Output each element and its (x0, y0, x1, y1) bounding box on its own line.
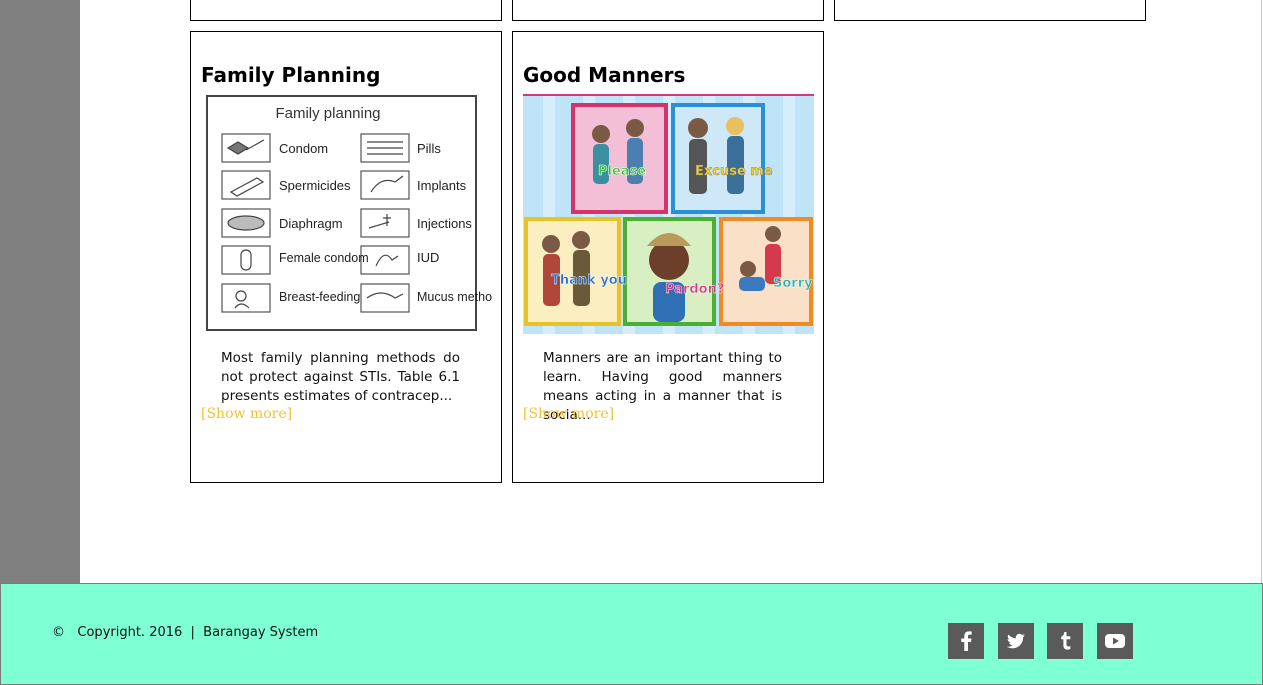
youtube-icon[interactable] (1097, 623, 1133, 659)
card-title: Good Manners (523, 63, 686, 87)
card-stub (512, 0, 824, 21)
card-description: Most family planning methods do not prot… (221, 350, 460, 404)
fp-item: Mucus method (417, 290, 492, 304)
family-planning-image: Family planning Condom Pills Spermicides… (201, 94, 492, 334)
fp-item: Pills (417, 141, 441, 156)
footer: © Copyright. 2016 | Barangay System (0, 583, 1263, 685)
panel-caption: Please (598, 164, 646, 179)
panel-caption: Pardon? (665, 282, 724, 297)
fp-item: Female condom (279, 251, 369, 265)
panel-caption: Thank you (551, 273, 627, 288)
copyright-line: © Copyright. 2016 | Barangay System (52, 625, 318, 640)
facebook-icon[interactable] (948, 623, 984, 659)
article-card-family-planning: Family Planning Family planning Condom P… (190, 31, 502, 483)
article-card-good-manners: Good Manners Please Excuse me Thank you … (512, 31, 824, 483)
good-manners-image: Please Excuse me Thank you Pardon? Sorry (523, 94, 814, 334)
fp-item: Spermicides (279, 178, 351, 193)
left-gutter (0, 0, 80, 584)
panel-caption: Excuse me (695, 164, 773, 179)
main-content: Family Planning Family planning Condom P… (80, 0, 1262, 584)
panel-caption: Sorry (773, 276, 813, 291)
card-stub (834, 0, 1146, 21)
copyright-symbol: © (52, 625, 65, 640)
fp-heading: Family planning (275, 105, 380, 122)
show-more-link[interactable]: [Show more] (201, 406, 292, 422)
twitter-icon[interactable] (998, 623, 1034, 659)
fp-item: Breast-feeding (279, 290, 360, 304)
card-title: Family Planning (201, 63, 381, 87)
fp-item: Implants (417, 178, 467, 193)
tumblr-icon[interactable] (1047, 623, 1083, 659)
fp-item: Condom (279, 141, 328, 156)
fp-item: Diaphragm (279, 216, 343, 231)
show-more-link[interactable]: [Show more] (523, 406, 614, 422)
copyright-text: Copyright. 2016 | Barangay System (77, 625, 319, 640)
fp-item: Injections (417, 216, 472, 231)
card-stub (190, 0, 502, 21)
fp-item: IUD (417, 250, 439, 265)
